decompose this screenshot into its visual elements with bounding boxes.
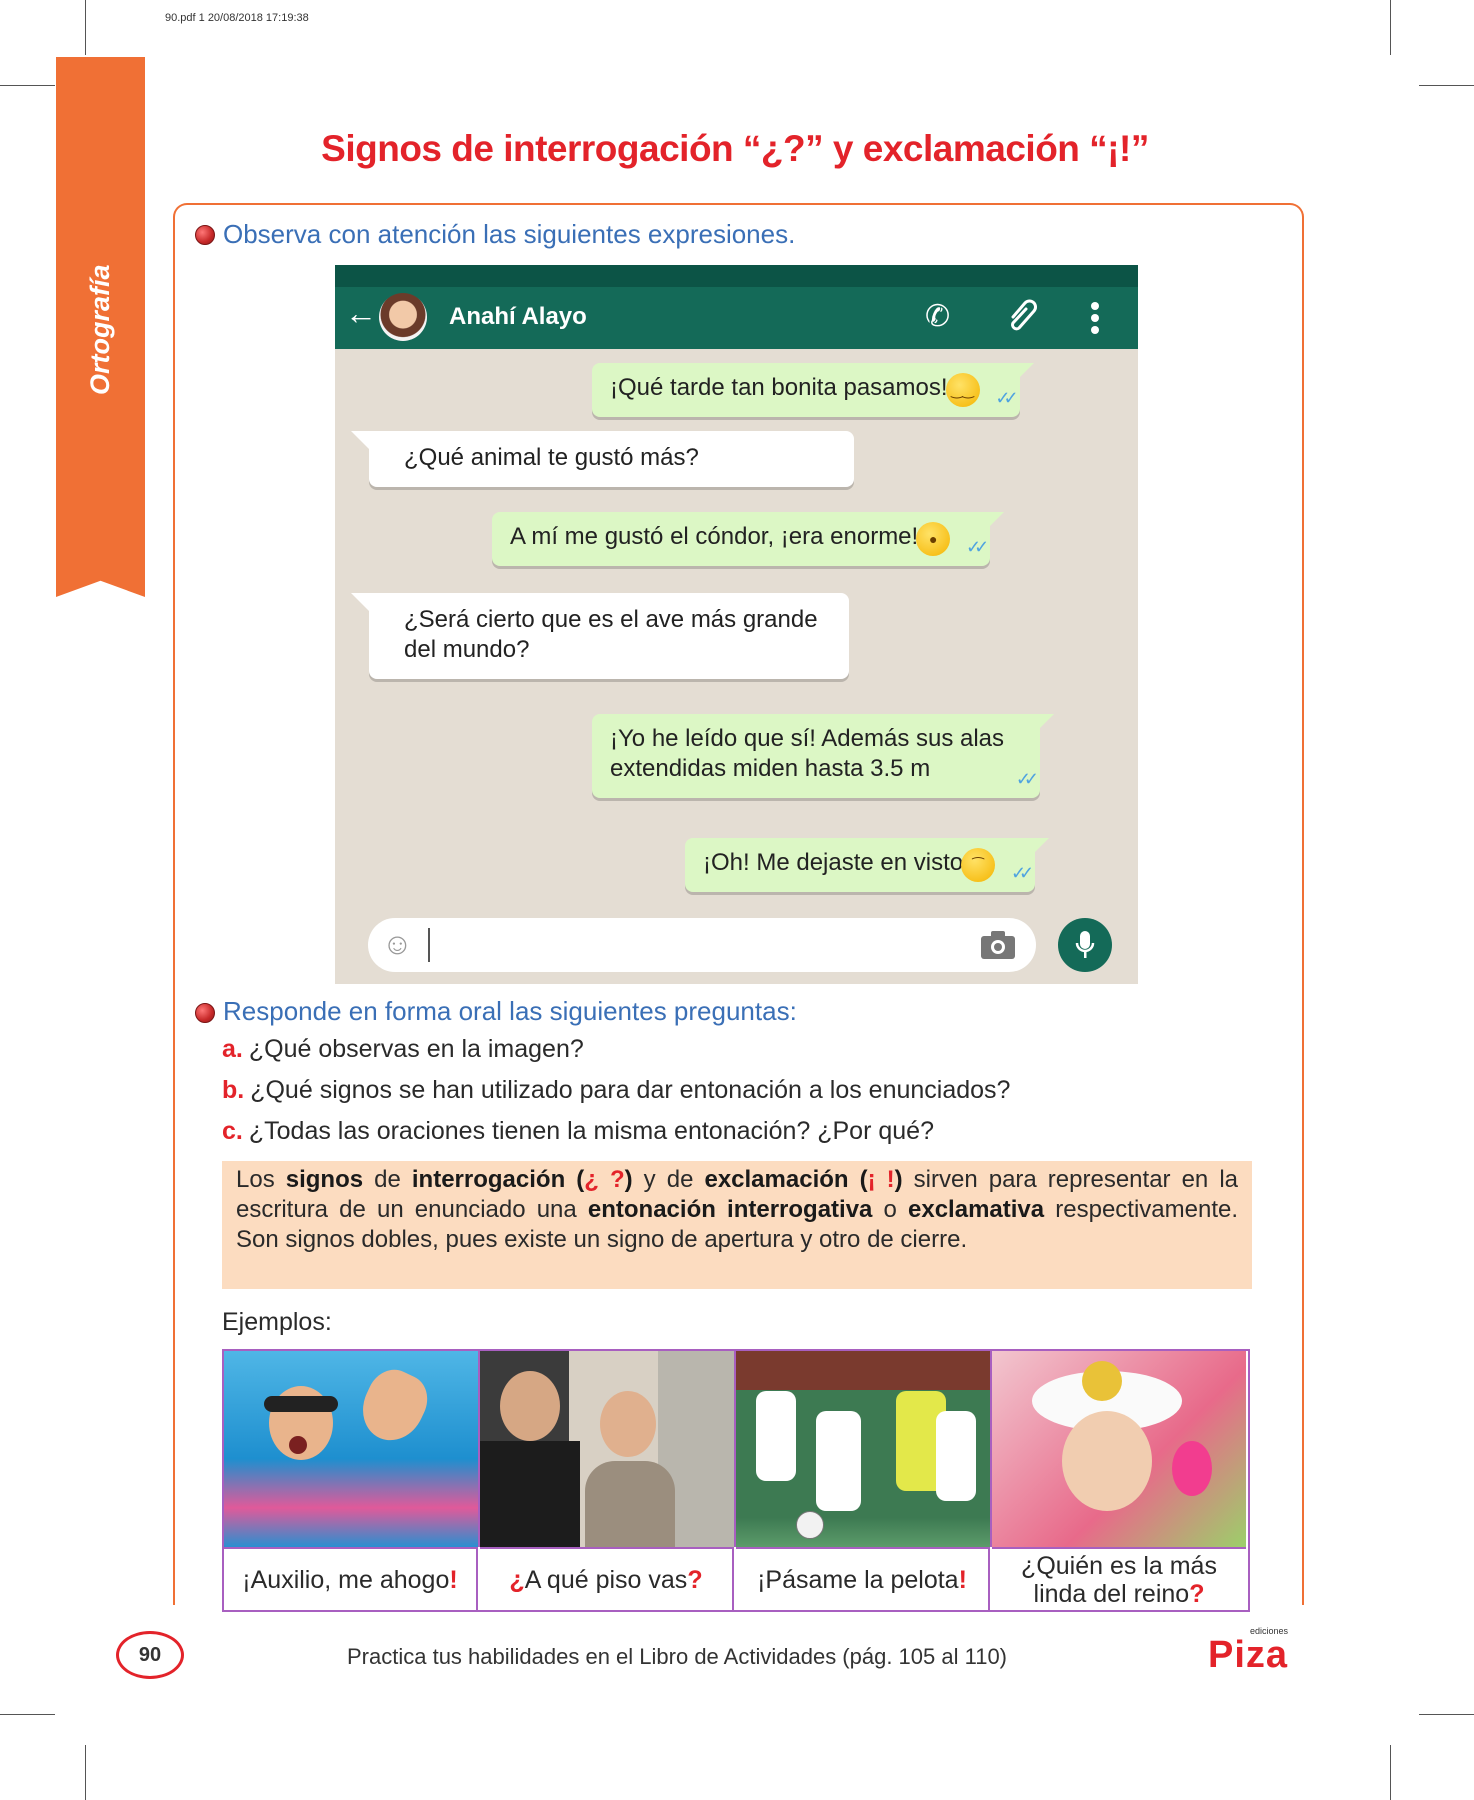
rule-text: de [363,1166,412,1193]
examples-grid: ¡Auxilio, me ahogo! ¿A qué piso vas? ¡Pá… [222,1349,1250,1612]
back-arrow-icon[interactable]: ← [345,295,377,332]
examples-label: Ejemplos: [222,1308,332,1336]
photo-swimming-girl [224,1351,480,1547]
caption-open-sign: ¡ [242,1565,251,1594]
rule-text: Los [236,1166,286,1193]
photo-elevator [480,1351,736,1547]
chat-message-out: A mí me gustó el cóndor, ¡era enorme! ● … [492,512,1005,566]
brand-name: Piza [1208,1634,1289,1676]
question-text: ¿Qué observas en la imagen? [248,1035,584,1063]
crop-mark [85,1745,86,1800]
read-ticks-icon: ✓✓ [966,537,989,557]
rule-bold: ) [624,1166,633,1193]
chat-message-in: ¿Qué animal te gustó más? [351,431,854,487]
chat-message-out: ¡Yo he leído que sí! Además sus alas ext… [592,714,1054,798]
instruction-respond: Responde en forma oral las siguientes pr… [223,996,797,1026]
rule-bold: exclamativa [908,1196,1045,1223]
crop-mark [0,1714,55,1715]
message-text: ¡Yo he leído que sí! Además sus alas ext… [610,725,1005,782]
page-title: Signos de interrogación “¿?” y exclamaci… [321,128,1149,169]
question-text: ¿Todas las oraciones tienen la misma ent… [248,1117,934,1145]
bullet-icon [195,225,215,245]
question-c: c. ¿Todas las oraciones tienen la misma e… [222,1117,934,1146]
surprised-face-icon: ● [916,522,951,556]
photo-soccer-kids [736,1351,992,1547]
question-letter: c. [222,1117,243,1145]
crop-mark [85,0,86,55]
photo-girl-mirror [992,1351,1246,1547]
message-text: A mí me gustó el cóndor, ¡era enorme! [510,523,919,550]
read-ticks-icon: ✓✓ [1010,863,1034,883]
relieved-face-icon: ‿‿ [945,373,980,407]
text-cursor [428,928,430,962]
read-ticks-icon: ✓✓ [1015,769,1039,789]
chat-message-in: ¿Será cierto que es el ave más grande de… [351,593,849,679]
side-tab-label: Ortografía [85,264,115,395]
camera-icon[interactable] [980,930,1016,965]
instruction-observe: Observa con atención las siguientes expr… [223,219,796,249]
caption-text: Pásame la pelota [765,1565,959,1594]
rule-question-marks: ¿ ? [584,1166,625,1193]
caption-text: A qué piso vas [524,1565,688,1594]
emoji-icon[interactable]: ☺ [382,928,413,962]
message-text: ¡Oh! Me dejaste en visto [703,849,964,876]
chat-message-out: ¡Qué tarde tan bonita pasamos! ‿‿ ✓✓ [592,363,1034,417]
crop-mark [0,85,55,86]
caption-open-sign: ¿ [509,1565,525,1594]
print-meta: 90.pdf 1 20/08/2018 17:19:38 [165,12,309,24]
rule-text: y de [632,1166,705,1193]
question-text: ¿Qué signos se han utilizado para dar en… [250,1076,1011,1104]
question-a: a. ¿Qué observas en la imagen? [222,1035,584,1064]
bullet-icon [195,1003,215,1023]
crop-mark [1419,85,1474,86]
message-text: ¡Qué tarde tan bonita pasamos! [610,374,948,401]
status-bar [335,265,1138,287]
read-ticks-icon: ✓✓ [995,388,1018,408]
crop-mark [1390,0,1391,55]
caption-close-sign: ? [687,1565,703,1594]
rule-exclamation-marks: ¡ ! [867,1166,895,1193]
rule-bold: ) [894,1166,903,1193]
sad-face-icon: ⁀ [961,848,996,882]
chat-screenshot: ← Anahí Alayo ✆ ¡Qué tarde tan bonita pa… [335,265,1138,984]
brand-logo: ediciones Piza [1208,1626,1288,1674]
rule-bold: entonación interrogativa [587,1196,873,1223]
crop-mark [1390,1745,1391,1800]
page-number: 90 [116,1631,184,1679]
mic-icon[interactable] [1058,918,1112,972]
chat-message-out: ¡Oh! Me dejaste en visto ⁀ ✓✓ [685,838,1050,892]
rule-bold: interrogación ( [411,1166,585,1193]
attach-icon[interactable] [1005,297,1039,343]
contact-name: Anahí Alayo [449,303,587,330]
question-letter: a. [222,1035,243,1063]
crop-mark [1419,1714,1474,1715]
example-caption: ¿Quién es la más linda del reino? [992,1547,1246,1610]
caption-close-sign: ! [958,1565,967,1594]
example-caption: ¡Auxilio, me ahogo! [224,1547,478,1610]
menu-icon[interactable] [1090,301,1100,340]
rule-box: Los signos de interrogación (¿ ?) y de e… [222,1161,1252,1289]
footer-text: Practica tus habilidades en el Libro de … [347,1644,1008,1669]
rule-bold: signos [285,1166,364,1193]
avatar [379,293,427,341]
example-caption: ¡Pásame la pelota! [736,1547,990,1610]
phone-icon[interactable]: ✆ [925,299,950,334]
question-b: b. ¿Qué signos se han utilizado para dar … [222,1076,1010,1105]
caption-close-sign: ! [449,1565,458,1594]
caption-close-sign: ? [1189,1579,1205,1608]
rule-text: o [872,1196,909,1223]
rule-bold: exclamación ( [704,1166,868,1193]
message-input[interactable]: ☺ [368,918,1036,972]
example-caption: ¿A qué piso vas? [480,1547,734,1610]
question-letter: b. [222,1076,245,1104]
message-text: ¿Qué animal te gustó más? [404,444,699,471]
caption-text: Auxilio, me ahogo [250,1565,450,1594]
message-text: ¿Será cierto que es el ave más grande de… [404,606,818,663]
caption-open-sign: ¿ [1021,1551,1037,1580]
